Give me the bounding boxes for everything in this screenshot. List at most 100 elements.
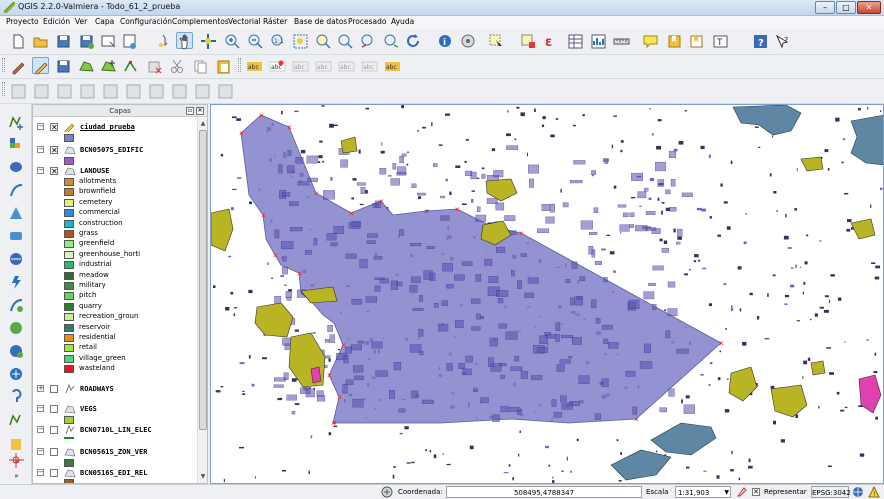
- refresh-icon[interactable]: [405, 33, 422, 50]
- zoom-to-layer-icon[interactable]: [337, 33, 354, 50]
- add-delimited-text-icon[interactable]: [8, 274, 25, 291]
- new-print-composer-icon[interactable]: [100, 33, 117, 50]
- layer-item-roadways[interactable]: + ROADWAYS: [33, 384, 196, 394]
- collapse-icon[interactable]: −: [37, 469, 44, 476]
- coordinate-field[interactable]: 508495,4788347: [446, 486, 642, 498]
- crs-button[interactable]: EPSG:3042: [811, 486, 851, 498]
- zoom-out-icon[interactable]: [247, 33, 264, 50]
- zoom-native-icon[interactable]: 1:1: [270, 33, 287, 50]
- add-postgis-layer-icon[interactable]: [8, 159, 25, 176]
- panel-float-button[interactable]: ▫: [186, 107, 194, 115]
- add-feature-icon[interactable]: [78, 58, 95, 75]
- pan-map-icon[interactable]: [176, 32, 193, 50]
- map-render[interactable]: ×××××××××××××××××××: [211, 105, 884, 484]
- crosshair-icon[interactable]: [8, 452, 25, 469]
- collapse-icon[interactable]: −: [37, 405, 44, 412]
- whats-this-icon[interactable]: ?: [774, 33, 791, 50]
- save-edits-icon[interactable]: [55, 58, 72, 75]
- attribute-table-icon[interactable]: [567, 33, 584, 50]
- menu-edicion[interactable]: Edición: [43, 17, 70, 26]
- menu-capa[interactable]: Capa: [95, 17, 114, 26]
- save-as-icon[interactable]: [78, 33, 95, 50]
- panel-close-button[interactable]: ✕: [196, 107, 204, 115]
- label-properties-icon[interactable]: abc: [384, 58, 401, 75]
- layer-item-bcn0507s-edific[interactable]: − ✕ BCN0507S_EDIFIC: [33, 145, 196, 155]
- zoom-last-icon[interactable]: [360, 33, 377, 50]
- add-ring-icon[interactable]: [79, 83, 96, 100]
- offset-curve-icon[interactable]: [194, 83, 211, 100]
- reshape-features-icon[interactable]: [171, 83, 188, 100]
- collapse-icon[interactable]: −: [37, 448, 44, 455]
- add-wcs-coverage-icon[interactable]: [8, 366, 25, 383]
- layer-item-vegs[interactable]: − VEGS: [33, 404, 196, 414]
- add-spatialite-layer-icon[interactable]: [8, 182, 25, 199]
- expand-icon[interactable]: +: [37, 385, 44, 392]
- minimize-button[interactable]: –: [815, 1, 835, 14]
- layer-visibility-checkbox[interactable]: ✕: [50, 167, 58, 176]
- layer-visibility-checkbox[interactable]: [50, 426, 58, 434]
- layer-labeling-icon[interactable]: abc: [246, 58, 263, 75]
- cut-features-icon[interactable]: [169, 58, 186, 75]
- layer-visibility-checkbox[interactable]: ✕: [50, 123, 58, 132]
- layer-visibility-checkbox[interactable]: ✕: [50, 146, 58, 155]
- new-project-icon[interactable]: [10, 33, 27, 50]
- collapse-icon[interactable]: −: [37, 123, 44, 130]
- menu-complementos[interactable]: Complementos: [172, 17, 229, 26]
- rotate-label-icon[interactable]: abc: [338, 58, 355, 75]
- split-features-icon[interactable]: [217, 83, 234, 100]
- warning-icon[interactable]: !: [868, 485, 880, 498]
- map-tip-icon[interactable]: [642, 33, 659, 50]
- field-calculator-icon[interactable]: ε: [543, 33, 560, 50]
- menu-vectorial[interactable]: Vectorial: [228, 17, 261, 26]
- maximize-button[interactable]: □: [836, 1, 856, 14]
- add-vector-layer-icon[interactable]: [8, 114, 25, 131]
- statistical-summary-icon[interactable]: [590, 33, 607, 50]
- render-checkbox[interactable]: ✕: [752, 488, 760, 496]
- new-shapefile-icon[interactable]: [8, 412, 25, 429]
- copy-features-icon[interactable]: [192, 58, 209, 75]
- add-part-icon[interactable]: [102, 83, 119, 100]
- add-oracle-layer-icon[interactable]: [8, 343, 25, 360]
- toolbar-grip[interactable]: [2, 82, 5, 96]
- add-mssql-layer-icon[interactable]: [8, 320, 25, 337]
- undo-icon[interactable]: [10, 83, 27, 100]
- add-csv-layer-icon[interactable]: [8, 297, 25, 314]
- menu-configuracion[interactable]: Configuración: [120, 17, 172, 26]
- zoom-full-icon[interactable]: [292, 33, 309, 50]
- delete-selected-icon[interactable]: [146, 58, 163, 75]
- messages-icon[interactable]: [381, 486, 393, 498]
- node-tool-icon[interactable]: [122, 58, 139, 75]
- layer-visibility-checkbox[interactable]: [50, 469, 58, 477]
- layer-visibility-checkbox[interactable]: [50, 385, 58, 393]
- new-spatialite-icon[interactable]: [8, 436, 25, 453]
- layer-item-bcn0561s-zon-ver[interactable]: − BCN0561S_ZON_VER: [33, 447, 196, 457]
- add-wfs-layer-icon[interactable]: [8, 251, 25, 268]
- select-features-icon[interactable]: [488, 33, 505, 50]
- scroll-down-icon[interactable]: ▼: [199, 472, 207, 481]
- paste-features-icon[interactable]: [215, 58, 232, 75]
- collapse-icon[interactable]: −: [37, 167, 44, 174]
- move-label-icon[interactable]: abc: [315, 58, 332, 75]
- collapse-icon[interactable]: −: [37, 146, 44, 153]
- map-canvas[interactable]: ×××××××××××××××××××: [210, 104, 884, 484]
- map-tips-icon[interactable]: [460, 33, 477, 50]
- simplify-feature-icon[interactable]: [56, 83, 73, 100]
- scrollbar-thumb[interactable]: [199, 130, 207, 430]
- layer-item-ciudad-prueba[interactable]: − ✕ ciudad_prueba: [33, 122, 196, 132]
- menu-proyecto[interactable]: Proyecto: [6, 17, 39, 26]
- composer-manager-icon[interactable]: [121, 33, 138, 50]
- zoom-to-selection-icon[interactable]: [315, 33, 332, 50]
- scale-combobox[interactable]: 1:31,903 ▼: [675, 486, 731, 498]
- layer-item-bcn0710l-lin-elec[interactable]: − BCN0710L_LIN_ELEC: [33, 425, 196, 435]
- zoom-in-icon[interactable]: [224, 33, 241, 50]
- measure-line-icon[interactable]: [613, 33, 630, 50]
- toolbar-overflow-icon[interactable]: »: [8, 472, 25, 482]
- layers-scrollbar[interactable]: ▲ ▼: [197, 118, 207, 483]
- menu-procesado[interactable]: Procesado: [348, 17, 387, 26]
- redo-icon[interactable]: [33, 83, 50, 100]
- stop-render-icon[interactable]: [736, 486, 748, 498]
- pan-to-selection-icon[interactable]: [155, 33, 172, 50]
- open-project-icon[interactable]: [32, 33, 49, 50]
- current-edits-icon[interactable]: [10, 58, 27, 75]
- text-annotation-icon[interactable]: T: [712, 33, 729, 50]
